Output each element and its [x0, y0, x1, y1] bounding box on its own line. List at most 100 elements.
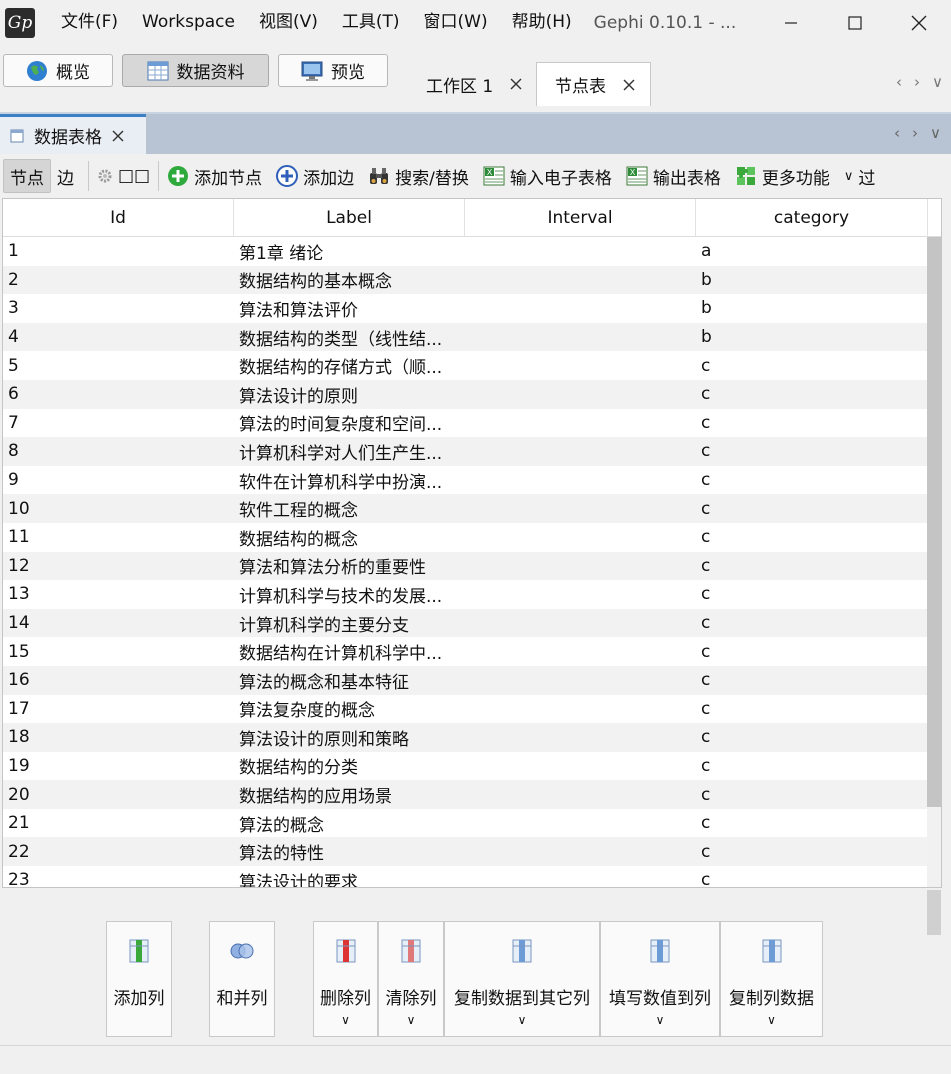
cell-label: 算法的时间复杂度和空间... [239, 415, 443, 436]
merge-columns-button[interactable]: 和并列 [209, 921, 275, 1037]
table-row[interactable]: 7 算法的时间复杂度和空间... c [3, 409, 941, 438]
delete-column-button[interactable]: 删除列 ∨ [313, 921, 378, 1037]
table-row[interactable]: 1 第1章 绪论 a [3, 237, 941, 266]
import-spreadsheet-button[interactable]: X 输入电子表格 [483, 164, 612, 189]
table-row[interactable]: 12 算法和算法分析的重要性 c [3, 551, 941, 581]
cell-id: 21 [8, 813, 30, 834]
close-icon[interactable] [622, 78, 636, 92]
table-row[interactable]: 15 数据结构在计算机科学中... c [3, 637, 941, 666]
node-data-table: Id Label Interval category 1 第1章 绪论 a 2 数据结… [2, 198, 942, 888]
perspective-bar: 概览 数据资料 预览 工作区 1 节点表 ‹ › ∨ [0, 45, 951, 106]
clear-column-button[interactable]: 清除列 ∨ [378, 921, 444, 1037]
cell-id: 11 [8, 527, 30, 548]
add-column-button[interactable]: 添加列 [106, 921, 172, 1037]
edges-toggle[interactable]: 边 [51, 159, 80, 193]
table-row[interactable]: 20 数据结构的应用场景 c [3, 780, 941, 809]
chevron-down-icon[interactable]: ∨ [932, 73, 943, 91]
cell-label: 计算机科学与技术的发展... [239, 586, 443, 607]
search-replace-label: 搜索/替换 [395, 168, 469, 189]
column-tools-scrollbar[interactable] [927, 890, 941, 935]
table-row[interactable]: 21 算法的概念 c [3, 809, 941, 838]
table-row[interactable]: 9 软件在计算机科学中扮演... c [3, 466, 941, 495]
table-row[interactable]: 23 算法设计的要求 c [3, 866, 941, 887]
menu-tools[interactable]: 工具(T) [330, 0, 412, 45]
tab-node-table[interactable]: 节点表 [536, 62, 651, 106]
close-icon[interactable] [112, 130, 124, 142]
cell-label: 算法和算法分析的重要性 [239, 558, 426, 579]
export-table-label: 输出表格 [652, 168, 721, 189]
table-row[interactable]: 5 数据结构的存储方式（顺... c [3, 351, 941, 380]
table-row[interactable]: 17 算法复杂度的概念 c [3, 695, 941, 724]
close-icon[interactable] [509, 77, 523, 91]
table-scrollbar-thumb[interactable] [927, 237, 941, 807]
data-lab-mode-button[interactable]: 数据资料 [122, 54, 269, 87]
column-header-id[interactable]: Id [3, 199, 234, 237]
cell-id: 2 [8, 269, 19, 290]
add-node-button[interactable]: 添加节点 [167, 164, 262, 189]
maximize-button[interactable] [823, 0, 887, 45]
copy-data-icon [512, 939, 532, 963]
chevron-right-icon[interactable]: › [914, 73, 920, 91]
more-actions-button[interactable]: 更多功能 [735, 164, 830, 189]
table-row[interactable]: 19 数据结构的分类 c [3, 752, 941, 781]
table-row[interactable]: 22 算法的特性 c [3, 837, 941, 867]
table-row[interactable]: 18 算法设计的原则和策略 c [3, 723, 941, 752]
status-bar [0, 1045, 951, 1074]
column-header-category[interactable]: category [696, 199, 928, 237]
cell-id: 3 [8, 298, 19, 319]
table-scrollbar[interactable] [927, 237, 941, 887]
filter-dropdown[interactable]: ∨ 过 [844, 164, 876, 189]
preview-mode-button[interactable]: 预览 [278, 54, 388, 87]
add-column-label: 添加列 [113, 989, 165, 1009]
overview-mode-button[interactable]: 概览 [3, 54, 113, 87]
chevron-down-icon[interactable]: ∨ [930, 124, 941, 142]
toolbar-separator [158, 161, 160, 191]
table-row[interactable]: 8 计算机科学对人们生产生... c [3, 437, 941, 466]
table-row[interactable]: 11 数据结构的概念 c [3, 523, 941, 552]
table-row[interactable]: 2 数据结构的基本概念 b [3, 265, 941, 295]
chevron-right-icon[interactable]: › [912, 124, 918, 142]
menu-window[interactable]: 窗口(W) [412, 0, 500, 45]
table-row[interactable]: 14 计算机科学的主要分支 c [3, 608, 941, 638]
data-table-toolbar: 节点 边 □□ 添加节点 添加边 搜索/替换 X 输入电子表格 X 输出表格 更… [0, 154, 951, 198]
spreadsheet-icon: X [626, 166, 648, 186]
table-row[interactable]: 16 算法的概念和基本特征 c [3, 665, 941, 695]
menu-view[interactable]: 视图(V) [247, 0, 330, 45]
duplicate-column-button[interactable]: 复制列数据 ∨ [720, 921, 823, 1037]
cell-label: 数据结构的存储方式（顺... [239, 358, 443, 379]
close-window-button[interactable] [887, 0, 951, 45]
table-row[interactable]: 10 软件工程的概念 c [3, 494, 941, 523]
tab-data-table[interactable]: 数据表格 [0, 114, 146, 154]
cell-id: 22 [8, 841, 30, 862]
chevron-left-icon[interactable]: ‹ [894, 124, 900, 142]
table-row[interactable]: 13 计算机科学与技术的发展... c [3, 580, 941, 609]
fill-values-button[interactable]: 填写数值到列 ∨ [600, 921, 720, 1037]
cell-label: 数据结构的基本概念 [239, 272, 392, 293]
export-table-button[interactable]: X 输出表格 [626, 164, 721, 189]
chevron-left-icon[interactable]: ‹ [896, 73, 902, 91]
configuration-button[interactable]: □□ [97, 166, 150, 186]
cell-id: 1 [8, 241, 19, 262]
menu-help[interactable]: 帮助(H) [500, 0, 584, 45]
import-spreadsheet-label: 输入电子表格 [509, 168, 612, 189]
search-replace-button[interactable]: 搜索/替换 [368, 164, 469, 189]
menu-file[interactable]: 文件(F) [49, 0, 130, 45]
add-edge-button[interactable]: 添加边 [276, 164, 354, 189]
table-row[interactable]: 3 算法和算法评价 b [3, 294, 941, 323]
copy-data-to-column-button[interactable]: 复制数据到其它列 ∨ [444, 921, 600, 1037]
cell-id: 19 [8, 755, 30, 776]
cell-id: 10 [8, 498, 30, 519]
cell-label: 算法复杂度的概念 [239, 701, 375, 722]
minimize-button[interactable] [759, 0, 823, 45]
cell-category: c [701, 841, 711, 862]
table-header: Id Label Interval category [3, 199, 941, 237]
nodes-toggle[interactable]: 节点 [3, 159, 51, 193]
cell-category: c [701, 384, 711, 405]
menu-workspace[interactable]: Workspace [130, 0, 247, 45]
column-header-interval[interactable]: Interval [465, 199, 696, 237]
table-row[interactable]: 6 算法设计的原则 c [3, 379, 941, 409]
table-row[interactable]: 4 数据结构的类型（线性结... b [3, 322, 941, 352]
tab-workspace-1[interactable]: 工作区 1 [408, 62, 537, 106]
column-header-label[interactable]: Label [234, 199, 465, 237]
window-title: Gephi 0.10.1 - ... [593, 12, 737, 33]
